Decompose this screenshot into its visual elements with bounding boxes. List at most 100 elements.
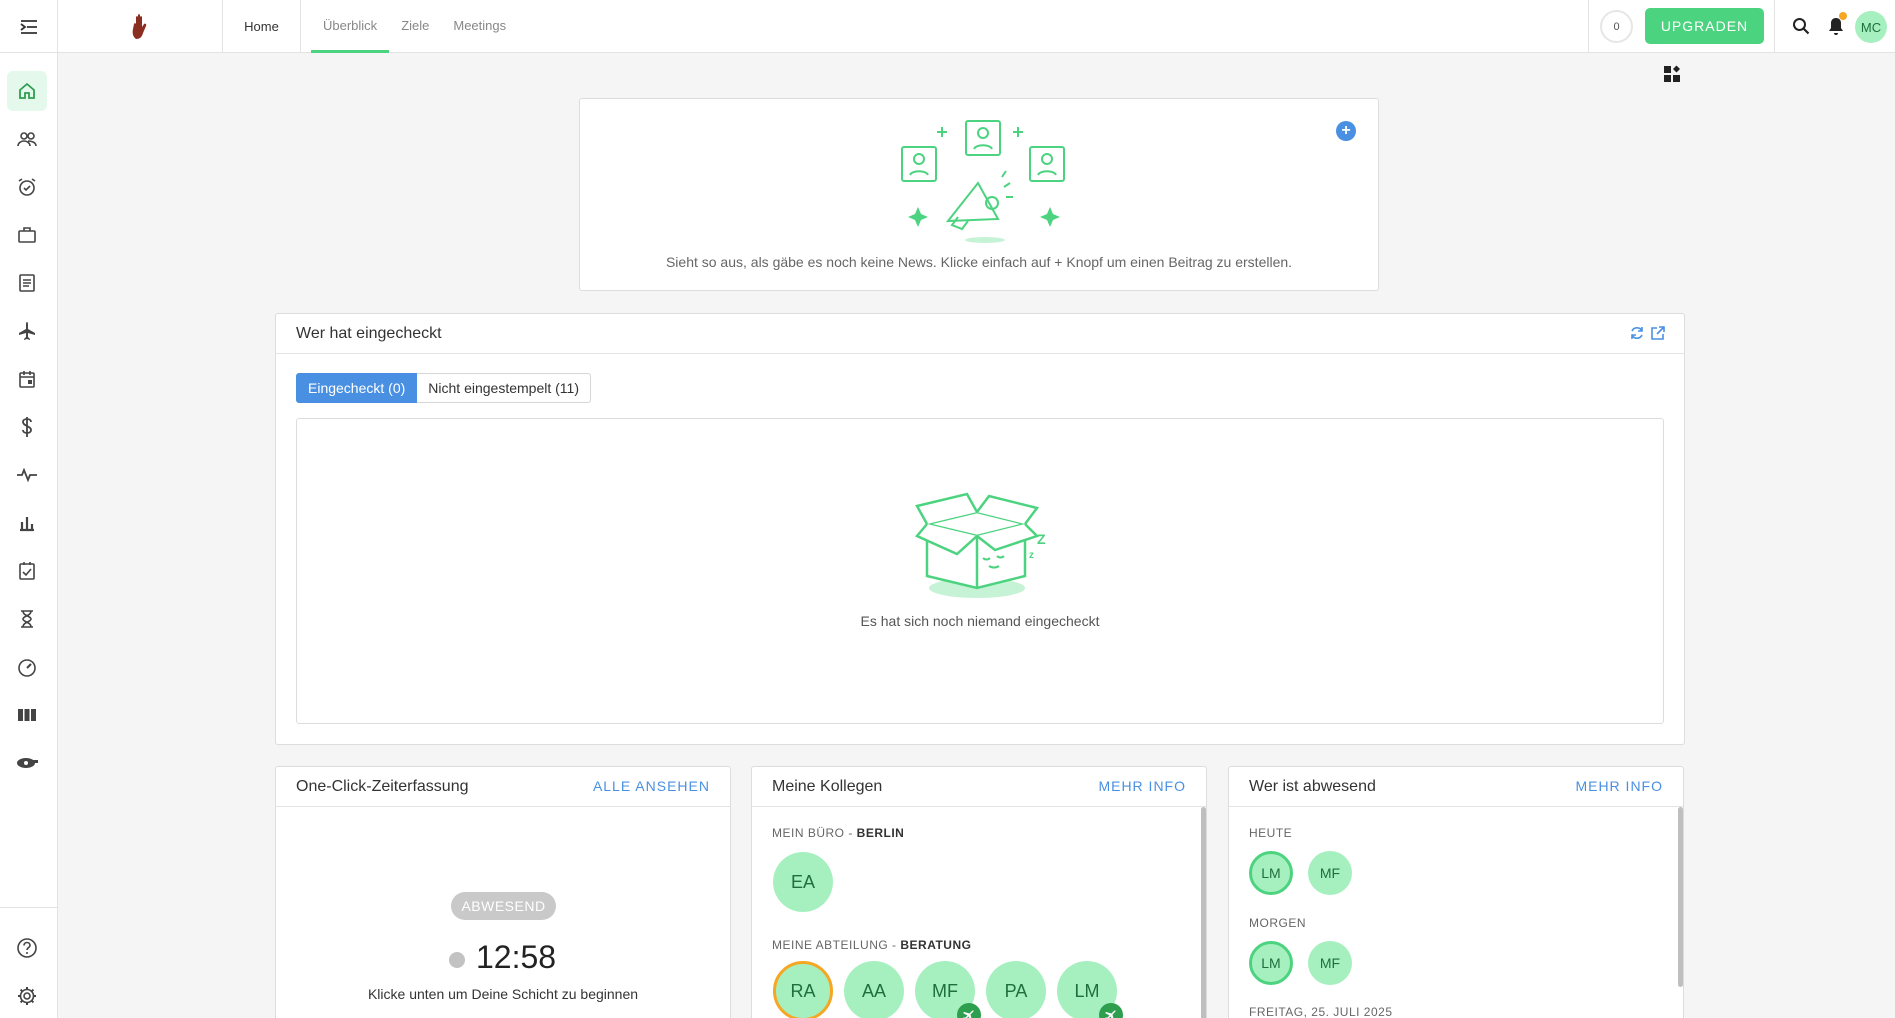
user-avatar[interactable]: MC: [1855, 11, 1887, 43]
menu-collapse-icon: [19, 19, 37, 34]
colleague-avatar[interactable]: EA: [773, 852, 833, 912]
colleagues-widget: Meine Kollegen MEHR INFO MEIN BÜRO - BER…: [751, 766, 1207, 1018]
colleague-avatar[interactable]: PA: [986, 961, 1046, 1018]
external-link-icon[interactable]: [1650, 325, 1666, 341]
absent-avatar[interactable]: MF: [1308, 941, 1352, 985]
tab-not-clocked-in[interactable]: Nicht eingestempelt (11): [417, 373, 591, 403]
sidebar-item-dashboard[interactable]: [7, 647, 47, 687]
upgrade-button[interactable]: UPGRADEN: [1645, 8, 1764, 44]
logo[interactable]: [58, 0, 223, 53]
news-card: Sieht so aus, als gäbe es noch keine New…: [579, 98, 1379, 291]
checkin-empty-message: Es hat sich noch niemand eingecheckt: [860, 613, 1100, 629]
topbar-divider: [1588, 0, 1589, 53]
sidebar-item-attendance[interactable]: [7, 167, 47, 207]
airplane-icon: [963, 1010, 974, 1018]
notifications-button[interactable]: [1823, 12, 1849, 39]
dollar-icon: [22, 417, 32, 437]
widget-title: Wer ist abwesend: [1249, 778, 1376, 795]
shift-hint: Klicke unten um Deine Schicht zu beginne…: [367, 986, 639, 1002]
absent-avatar[interactable]: LM: [1249, 941, 1293, 985]
columns-icon: [18, 709, 36, 721]
announcement-illustration: [901, 120, 1065, 243]
calendar-icon: [19, 371, 35, 388]
sidebar-item-projects[interactable]: [7, 215, 47, 255]
sidebar-item-reports[interactable]: [7, 503, 47, 543]
more-info-link[interactable]: MEHR INFO: [1098, 778, 1186, 794]
gauge-icon: [18, 659, 36, 677]
widget-layout-button[interactable]: [1661, 63, 1683, 85]
tab-ueberblick[interactable]: Überblick: [311, 0, 390, 53]
notification-dot: [1839, 12, 1847, 20]
search-icon: [1793, 18, 1810, 35]
scrollbar[interactable]: [1201, 807, 1206, 1018]
absent-widget: Wer ist abwesend MEHR INFO HEUTE LM MF M…: [1228, 766, 1684, 1018]
sidebar-item-timesheets[interactable]: [7, 599, 47, 639]
tab-meetings[interactable]: Meetings: [441, 0, 518, 53]
svg-text:z: z: [1029, 550, 1034, 561]
document-icon: [19, 274, 35, 292]
news-empty-message: Sieht so aus, als gäbe es noch keine New…: [665, 254, 1293, 270]
checkin-empty-state: Z z Es hat sich noch niemand eingecheckt: [296, 418, 1664, 724]
sidebar-item-absences[interactable]: [7, 311, 47, 351]
department-label: MEINE ABTEILUNG - BERATUNG: [772, 938, 972, 952]
people-icon: [17, 132, 37, 147]
bar-chart-icon: [20, 517, 34, 532]
one-click-time-widget: One-Click-Zeiterfassung ALLE ANSEHEN ABW…: [275, 766, 731, 1018]
points-counter[interactable]: 0: [1600, 10, 1633, 43]
svg-text:Z: Z: [1037, 531, 1046, 547]
home-link[interactable]: Home: [223, 0, 301, 53]
sidebar-item-payroll[interactable]: [7, 407, 47, 447]
add-news-button[interactable]: +: [1336, 121, 1356, 141]
briefcase-icon: [18, 227, 36, 243]
widget-header: One-Click-Zeiterfassung ALLE ANSEHEN: [276, 767, 730, 807]
absent-avatar[interactable]: MF: [1308, 851, 1352, 895]
help-icon: [17, 938, 37, 958]
checkbox-icon: [19, 562, 35, 580]
colleague-avatar[interactable]: AA: [844, 961, 904, 1018]
checkin-card-header: Wer hat eingecheckt: [276, 314, 1684, 354]
sidebar-toggle-button[interactable]: [0, 0, 58, 53]
widgets-icon: [1664, 65, 1680, 82]
sidebar-item-boards[interactable]: [7, 695, 47, 735]
widget-title: One-Click-Zeiterfassung: [296, 778, 469, 795]
sidebar-item-documents[interactable]: [7, 263, 47, 303]
widget-title: Meine Kollegen: [772, 778, 883, 795]
colleague-avatar[interactable]: RA: [773, 961, 833, 1018]
scrollbar[interactable]: [1678, 807, 1683, 987]
office-name: BERLIN: [856, 826, 905, 840]
tomorrow-label: MORGEN: [1249, 916, 1306, 930]
sidebar-item-settings[interactable]: [7, 976, 47, 1016]
absent-avatar[interactable]: LM: [1249, 851, 1293, 895]
on-leave-badge: [1099, 1003, 1123, 1018]
colleague-avatar[interactable]: MF: [915, 961, 981, 1018]
widget-header: Wer ist abwesend MEHR INFO: [1229, 767, 1683, 807]
sidebar-item-tasks[interactable]: [7, 551, 47, 591]
home-icon: [19, 82, 35, 99]
sidebar-item-home[interactable]: [7, 71, 47, 111]
next-date-label: FREITAG, 25. JULI 2025: [1249, 1005, 1393, 1018]
checkin-card: Wer hat eingecheckt Eingecheckt (0) Nich…: [275, 313, 1685, 745]
office-label: MEIN BÜRO - BERLIN: [772, 826, 905, 840]
view-all-link[interactable]: ALLE ANSEHEN: [593, 778, 710, 794]
whistle-icon: [17, 758, 38, 768]
search-button[interactable]: [1788, 13, 1814, 39]
sidebar-item-training[interactable]: [7, 743, 47, 783]
more-info-link[interactable]: MEHR INFO: [1575, 778, 1663, 794]
refresh-icon[interactable]: [1629, 325, 1645, 341]
sidebar-item-people[interactable]: [7, 119, 47, 159]
sidebar-item-performance[interactable]: [7, 455, 47, 495]
checkin-title: Wer hat eingecheckt: [296, 325, 442, 342]
colleague-avatar[interactable]: LM: [1057, 961, 1123, 1018]
status-dot: [449, 952, 465, 968]
status-badge: ABWESEND: [451, 892, 556, 920]
sidebar-item-help[interactable]: [7, 928, 47, 968]
pulse-icon: [17, 467, 37, 483]
topbar-divider: [1774, 0, 1775, 53]
tab-ziele[interactable]: Ziele: [389, 0, 441, 53]
sidebar-item-calendar[interactable]: [7, 359, 47, 399]
sidebar: [0, 53, 58, 1018]
tab-checked-in[interactable]: Eingecheckt (0): [296, 373, 418, 403]
department-name: BERATUNG: [900, 938, 972, 952]
top-tabs: Überblick Ziele Meetings: [311, 0, 518, 53]
alarm-clock-icon: [18, 178, 36, 196]
